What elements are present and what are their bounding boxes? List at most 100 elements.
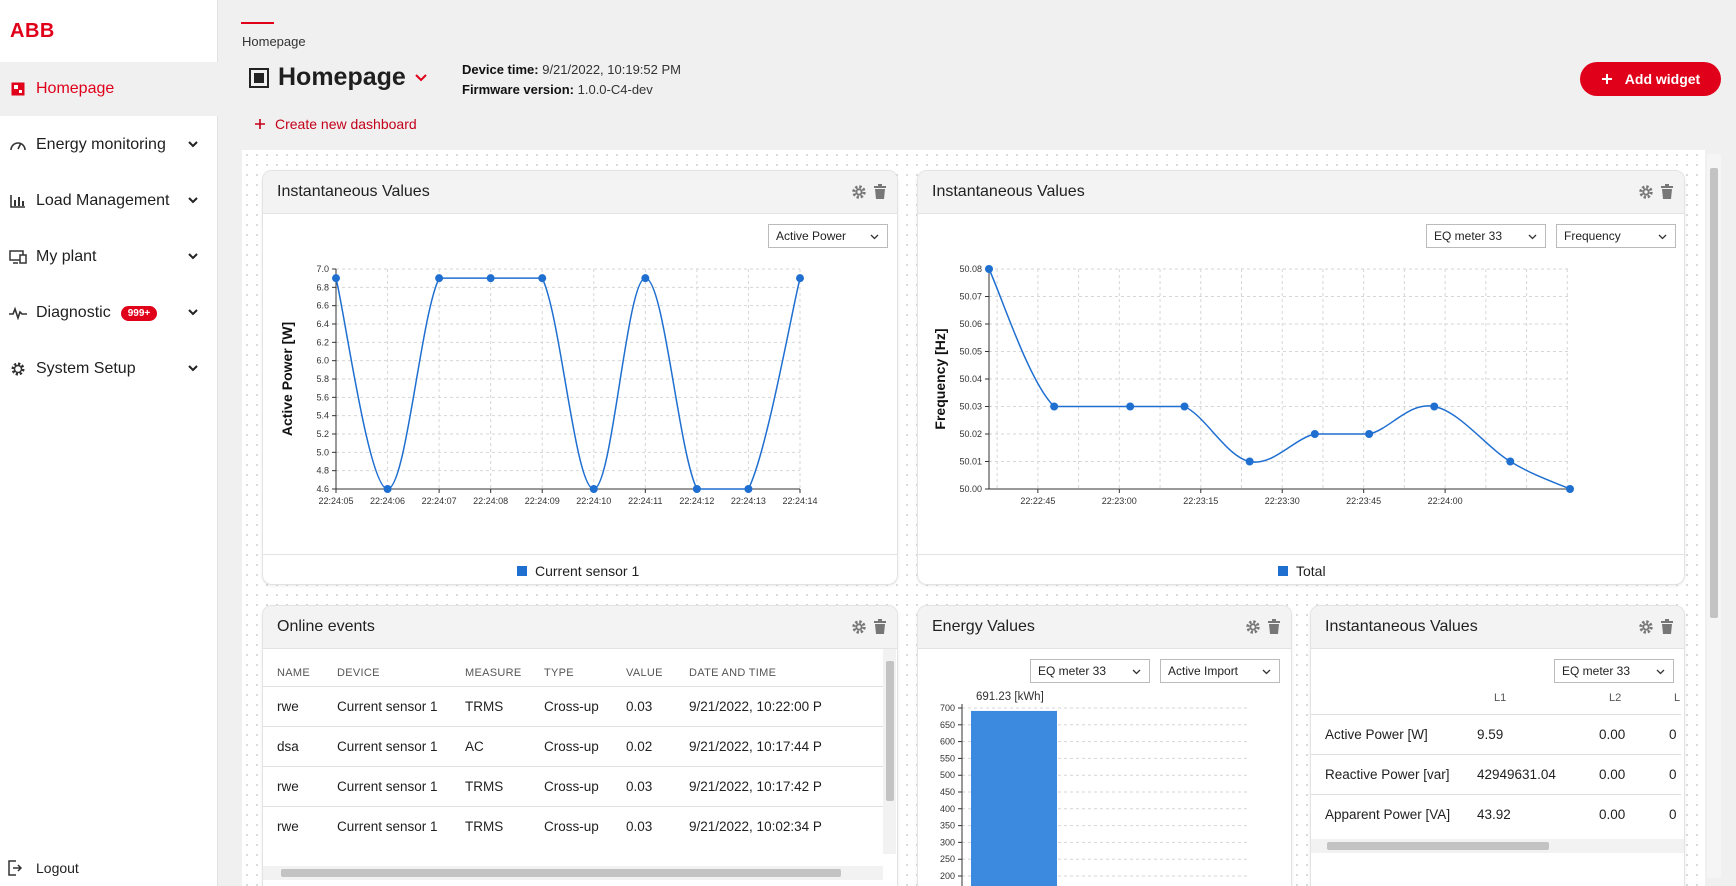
x-tick-label: 22:23:30 (1265, 496, 1300, 506)
x-tick-label: 22:24:13 (731, 496, 766, 506)
data-point (589, 485, 598, 493)
y-tick-label: 300 (940, 837, 955, 847)
table-row[interactable]: dsa Current sensor 1 AC Cross-up 0.02 9/… (263, 726, 883, 766)
table-row[interactable]: rwe Current sensor 1 TRMS Cross-up 0.03 … (263, 806, 883, 846)
table-row[interactable]: Active Power [W] 9.59 0.00 0 (1311, 714, 1681, 754)
gear-icon (9, 360, 27, 378)
legend-swatch (1278, 566, 1288, 576)
y-tick-label: 5.8 (316, 374, 329, 384)
abb-logo[interactable]: ABB (10, 20, 64, 45)
dashboard-title-icon (249, 67, 269, 88)
data-point (1180, 402, 1189, 411)
column-header[interactable]: NAME (277, 667, 310, 679)
cell-label: Apparent Power [VA] (1325, 807, 1451, 822)
sidebar-item-system-setup[interactable]: System Setup (0, 342, 218, 396)
cell-label: Reactive Power [var] (1325, 767, 1450, 782)
trash-icon[interactable] (1660, 619, 1674, 635)
scroll-thumb[interactable] (886, 661, 894, 801)
x-tick-label: 22:24:12 (679, 496, 714, 506)
table-horizontal-scrollbar[interactable] (1311, 839, 1684, 853)
table-vertical-scrollbar[interactable] (883, 649, 896, 854)
cell-measure: TRMS (465, 819, 504, 834)
sidebar-item-diagnostic[interactable]: Diagnostic 999+ (0, 286, 218, 340)
widget-tools (1638, 619, 1674, 635)
bar-data-label: 691.23 [kWh] (976, 691, 1044, 703)
column-header[interactable]: VALUE (626, 667, 663, 679)
y-tick-label: 5.2 (316, 429, 329, 439)
table-row[interactable]: rwe Current sensor 1 TRMS Cross-up 0.03 … (263, 766, 883, 806)
column-header[interactable]: DEVICE (337, 667, 380, 679)
cell-l3: 0 (1669, 807, 1677, 822)
table-row[interactable]: Apparent Power [VA] 43.92 0.00 0 (1311, 794, 1681, 834)
logout-button[interactable]: Logout (8, 860, 79, 876)
column-header[interactable]: DATE AND TIME (689, 667, 776, 679)
cell-l1: 42949631.04 (1477, 767, 1556, 782)
bar-chart-icon (9, 192, 27, 210)
y-tick-label: 6.2 (316, 337, 329, 347)
y-tick-label: 6.0 (316, 356, 329, 366)
trash-icon[interactable] (873, 619, 887, 635)
add-widget-label: Add widget (1624, 71, 1701, 87)
x-tick-label: 22:24:10 (576, 496, 611, 506)
y-tick-label: 50.04 (959, 374, 982, 384)
sidebar-item-energy-monitoring[interactable]: Energy monitoring (0, 118, 218, 172)
data-point (1506, 457, 1515, 466)
add-widget-button[interactable]: Add widget (1580, 62, 1721, 96)
cell-type: Cross-up (544, 739, 599, 754)
device-time-label: Device time: (462, 62, 539, 77)
pulse-icon (9, 304, 27, 322)
series-line (335, 277, 801, 490)
y-tick-label: 50.00 (959, 484, 982, 494)
table-row[interactable]: Reactive Power [var] 42949631.04 0.00 0 (1311, 754, 1681, 794)
y-tick-label: 650 (940, 720, 955, 730)
y-tick-label: 50.06 (959, 319, 982, 329)
table-horizontal-scrollbar[interactable] (263, 866, 883, 880)
settings-gear-icon[interactable] (851, 619, 867, 635)
sidebar-item-homepage[interactable]: Homepage (0, 62, 218, 116)
x-tick-label: 22:23:15 (1183, 496, 1218, 506)
scroll-thumb[interactable] (281, 869, 841, 877)
widget-tools (851, 619, 887, 635)
x-tick-label: 22:24:06 (370, 496, 405, 506)
meter-select[interactable]: EQ meter 33 (1554, 659, 1674, 683)
devices-icon (9, 248, 27, 266)
cell-name: rwe (277, 699, 299, 714)
widget-header: Instantaneous Values (1311, 606, 1684, 649)
plus-icon (1601, 74, 1612, 84)
gauge-icon (9, 136, 27, 154)
widget-title: Instantaneous Values (1325, 618, 1478, 635)
y-tick-label: 6.4 (316, 319, 329, 329)
x-tick-label: 22:24:11 (628, 496, 662, 506)
settings-gear-icon[interactable] (1638, 619, 1654, 635)
x-tick-label: 22:22:45 (1020, 496, 1055, 506)
sidebar-item-my-plant[interactable]: My plant (0, 230, 218, 284)
cell-label: Active Power [W] (1325, 727, 1428, 742)
scroll-thumb[interactable] (1327, 842, 1549, 850)
sidebar-item-label: Homepage (36, 80, 115, 97)
column-header[interactable]: MEASURE (465, 667, 522, 679)
cell-l2: 0.00 (1599, 807, 1626, 822)
cell-device: Current sensor 1 (337, 699, 438, 714)
data-point (1566, 485, 1574, 493)
breadcrumb[interactable]: Homepage (242, 34, 306, 49)
chart-legend[interactable]: Total (1278, 563, 1326, 579)
sidebar-item-label: Diagnostic (36, 304, 111, 321)
legend-label: Current sensor 1 (535, 563, 640, 579)
page-title[interactable]: Homepage (249, 63, 428, 92)
cell-name: dsa (277, 739, 299, 754)
column-header[interactable]: TYPE (544, 667, 574, 679)
data-point (538, 274, 547, 283)
page-vertical-scrollbar[interactable] (1707, 154, 1721, 878)
scroll-thumb[interactable] (1710, 168, 1718, 618)
sidebar-item-label: My plant (36, 248, 97, 265)
sidebar-item-load-management[interactable]: Load Management (0, 174, 218, 228)
data-point (796, 274, 804, 283)
create-dashboard-link[interactable]: Create new dashboard (254, 116, 417, 132)
data-point (1430, 402, 1439, 411)
y-tick-label: 50.05 (959, 347, 982, 357)
chart-legend[interactable]: Current sensor 1 (517, 563, 639, 579)
logout-label: Logout (36, 860, 79, 876)
chevron-down-icon (188, 253, 198, 260)
energy-bar (971, 710, 1057, 886)
table-row[interactable]: rwe Current sensor 1 TRMS Cross-up 0.03 … (263, 686, 883, 726)
